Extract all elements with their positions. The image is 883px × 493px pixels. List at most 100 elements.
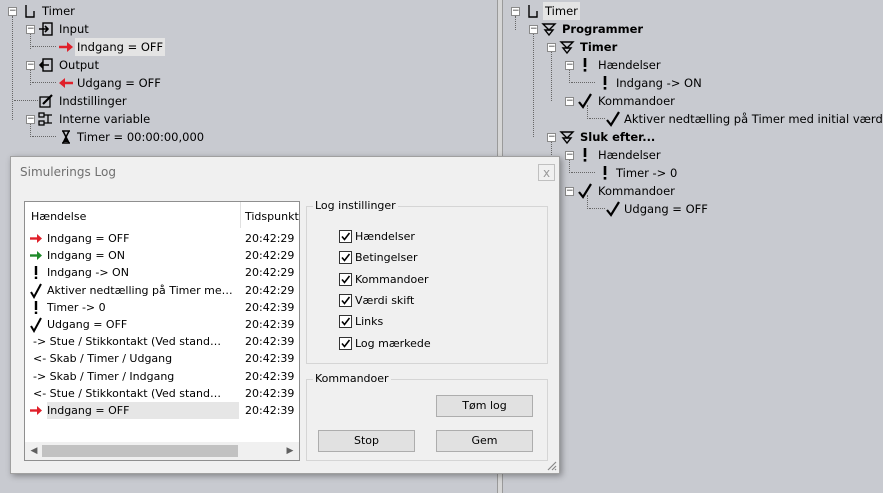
log-row-text: Indgang -> ON <box>47 266 129 280</box>
device-icon <box>25 5 35 18</box>
collapse-toggle[interactable]: − <box>26 61 35 70</box>
log-row[interactable]: -> Skab / Timer / Indgang 20:42:39 <box>29 368 297 385</box>
log-row[interactable]: -> Stue / Stikkontakt (Ved standerlampe.… <box>29 333 297 350</box>
tree-connector <box>30 123 31 137</box>
collapse-toggle[interactable]: − <box>565 97 574 106</box>
tree-node-label: Udgang = OFF <box>77 76 161 90</box>
tree-connector <box>533 33 534 137</box>
green-arrow-right-icon <box>29 247 43 264</box>
checkbox-label: Links <box>355 315 384 329</box>
collapse-toggle[interactable]: − <box>26 115 35 124</box>
checkbox-box[interactable] <box>339 293 352 307</box>
log-row-text: <- Stue / Stikkontakt (Ved standerlampe.… <box>33 386 225 400</box>
checkmark-icon <box>578 93 592 109</box>
stop-button[interactable]: Stop <box>318 430 415 452</box>
collapse-toggle[interactable]: − <box>547 133 556 142</box>
checkbox-label: Værdi skift <box>355 293 415 307</box>
log-row[interactable]: Indgang = ON 20:42:29 <box>29 247 297 264</box>
output-icon <box>38 58 53 72</box>
tree-node-label: Timer <box>42 4 75 18</box>
collapse-toggle[interactable]: − <box>547 43 556 52</box>
tree-node-label: Indgang -> ON <box>616 76 702 90</box>
log-row[interactable]: <- Skab / Timer / Udgang 20:42:39 <box>29 350 297 367</box>
scroll-left-icon[interactable]: ◀ <box>27 444 41 458</box>
hourglass-icon <box>62 130 70 144</box>
tree-connector <box>571 82 595 83</box>
checkbox-box[interactable] <box>339 251 352 265</box>
log-row[interactable]: Indgang = OFF 20:42:39 <box>29 402 297 419</box>
tree-node-label: Hændelser <box>598 148 661 162</box>
column-header-time[interactable]: Tidspunkt <box>245 206 299 228</box>
log-settings-group: Log instillinger Hændelser Betingelser Kom… <box>306 199 548 364</box>
collapse-toggle[interactable]: − <box>529 25 538 34</box>
log-row-text: Indgang = OFF <box>47 402 239 419</box>
collapse-toggle[interactable]: − <box>565 61 574 70</box>
tree-connector <box>32 82 56 83</box>
column-divider[interactable] <box>240 202 241 228</box>
tree-node-label: Input <box>59 22 89 36</box>
checkbox-label: Kommandoer <box>355 272 429 286</box>
tree-connector <box>30 69 31 85</box>
tree-node-label: Timer = 00:00:00,000 <box>77 130 205 144</box>
tree-node-label: Kommandoer <box>598 94 675 108</box>
checkbox-label: Log mærkede <box>355 336 431 350</box>
collapse-toggle[interactable]: − <box>565 151 574 160</box>
log-row-time: 20:42:29 <box>245 266 295 280</box>
log-row-time: 20:42:39 <box>245 318 295 331</box>
log-row-text: Timer -> 0 <box>47 300 106 314</box>
column-header-event[interactable]: Hændelse <box>31 206 86 228</box>
log-row-text: -> Stue / Stikkontakt (Ved standerlampe.… <box>33 335 225 349</box>
tree-connector <box>571 172 595 173</box>
variables-icon <box>38 112 52 126</box>
close-button[interactable]: x <box>538 164 555 181</box>
tree-node-label: Kommandoer <box>598 184 675 198</box>
tree-node-label: Programmer <box>562 22 644 36</box>
log-row-time: 20:42:39 <box>245 404 295 417</box>
exclamation-icon <box>29 264 43 281</box>
log-row[interactable]: Aktiver nedtælling på Timer med initial … <box>29 282 297 299</box>
collapse-toggle[interactable]: − <box>26 25 35 34</box>
input-icon <box>39 22 53 36</box>
log-row[interactable]: Timer -> 0 20:42:39 <box>29 299 297 316</box>
group-title: Log instillinger <box>313 199 398 212</box>
checkbox-box[interactable] <box>339 336 352 350</box>
checkmark-icon <box>578 183 592 199</box>
log-row[interactable]: <- Stue / Stikkontakt (Ved standerlampe.… <box>29 385 297 402</box>
collapse-toggle[interactable]: − <box>565 187 574 196</box>
save-button[interactable]: Gem <box>436 430 533 452</box>
log-list[interactable]: Hændelse Tidspunkt Indgang = OFF 20:42:29… <box>24 201 300 461</box>
tree-node-label: Output <box>59 58 99 72</box>
log-row-time: 20:42:39 <box>245 300 295 314</box>
dialog-title: Simulerings Log <box>20 165 116 179</box>
collapse-toggle[interactable]: − <box>8 7 17 16</box>
log-row[interactable]: Indgang = OFF 20:42:29 <box>29 230 297 247</box>
log-row[interactable]: Indgang -> ON 20:42:29 <box>29 264 297 281</box>
edit-icon <box>39 94 53 108</box>
tree-node-label: Indgang = OFF <box>75 38 166 56</box>
log-row[interactable]: Udgang = OFF 20:42:39 <box>29 316 297 334</box>
tree-connector <box>589 208 605 209</box>
scroll-right-icon[interactable]: ▶ <box>283 444 297 458</box>
resize-grip-icon[interactable] <box>545 459 557 471</box>
horizontal-scrollbar[interactable]: ◀ ▶ <box>25 442 299 460</box>
log-row-text: -> Skab / Timer / Indgang <box>33 369 175 383</box>
checkmark-icon <box>606 201 620 217</box>
scroll-thumb[interactable] <box>42 445 238 457</box>
checkmark-icon <box>29 282 43 299</box>
simulation-log-dialog: Simulerings Log x Hændelse Tidspunkt Ind… <box>10 156 560 474</box>
program-icon <box>541 23 557 37</box>
exclamation-icon <box>29 299 43 316</box>
collapse-toggle[interactable]: − <box>511 7 520 16</box>
tree-node-label: Timer <box>543 2 580 20</box>
checkbox-box[interactable] <box>339 315 352 329</box>
checkbox-box[interactable] <box>339 230 352 243</box>
checkbox-box[interactable] <box>339 272 352 286</box>
tree-node-label: Interne variable <box>59 112 151 126</box>
log-row-text: <- Skab / Timer / Udgang <box>33 352 173 366</box>
log-row-text: Indgang = ON <box>47 249 125 263</box>
exclamation-icon <box>603 76 607 90</box>
red-arrow-right-icon <box>59 42 73 52</box>
group-title: Kommandoer <box>313 372 391 385</box>
program-tree-pane: − Timer − Programmer − Timer − Hændelser… <box>503 0 883 493</box>
clear-log-button[interactable]: Tøm log <box>436 395 533 417</box>
